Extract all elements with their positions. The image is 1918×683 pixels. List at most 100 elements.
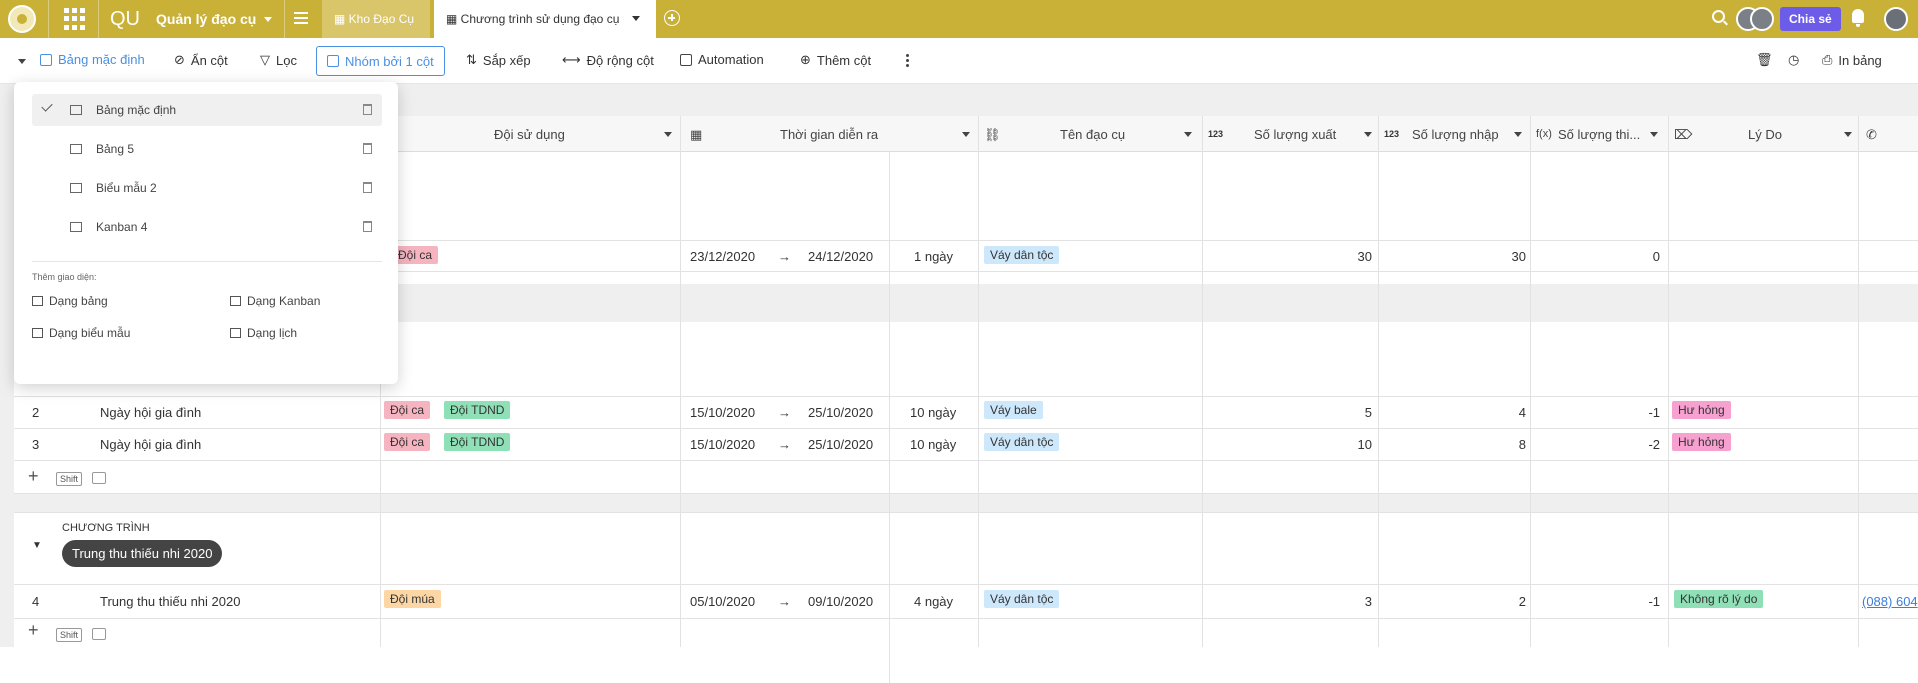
group-by-button[interactable]: Nhóm bởi 1 cột [316, 46, 445, 76]
row-name[interactable]: Ngày hội gia đình [100, 437, 201, 452]
end-date[interactable]: 25/10/2020 [808, 405, 873, 420]
chevron-down-icon[interactable] [962, 132, 970, 137]
kanban-icon [70, 222, 82, 232]
in-value[interactable]: 30 [1454, 249, 1526, 264]
chevron-down-icon[interactable] [1184, 132, 1192, 137]
start-date[interactable]: 05/10/2020 [690, 594, 755, 609]
add-column-button[interactable]: ⊕ Thêm cột [800, 52, 871, 68]
row-name[interactable]: Trung thu thiếu nhi 2020 [100, 594, 240, 609]
collaborator-avatars[interactable] [1736, 7, 1776, 31]
chevron-down-icon[interactable] [1364, 132, 1372, 137]
team-tag[interactable]: Đội ca [384, 433, 431, 451]
chevron-down-icon[interactable] [632, 16, 640, 21]
view-item-default[interactable]: Bảng mặc định [32, 94, 382, 126]
add-calendar-view[interactable]: Dạng lịch [230, 326, 297, 340]
team-tag[interactable]: Đội TDND [444, 401, 511, 419]
trash-icon[interactable] [363, 104, 372, 115]
view-selector[interactable]: Bảng mặc định [40, 52, 145, 67]
column-divider [1668, 116, 1669, 647]
reason-tag[interactable]: Hư hỏng [1672, 433, 1731, 451]
phone-icon: ✆ [1866, 127, 1877, 142]
chevron-down-icon[interactable] [264, 17, 272, 22]
column-header-prop[interactable]: Tên đạo cụ [1060, 127, 1125, 142]
out-value[interactable]: 10 [1300, 437, 1372, 452]
column-header-reason[interactable]: Lý Do [1748, 127, 1782, 142]
column-header-diff[interactable]: Số lượng thi... [1558, 127, 1640, 142]
bell-icon[interactable] [1850, 9, 1866, 27]
in-value[interactable]: 2 [1454, 594, 1526, 609]
hide-columns-button[interactable]: ⊘ Ẩn cột [174, 52, 228, 68]
team-tag[interactable]: Đội ca [384, 401, 431, 419]
share-button[interactable]: Chia sẻ [1780, 7, 1841, 31]
team-tag[interactable]: Đội ca [392, 246, 439, 264]
menu-icon[interactable] [294, 12, 308, 24]
trash-icon[interactable]: 🗑 [1756, 52, 1773, 68]
reason-tag[interactable]: Hư hỏng [1672, 401, 1731, 419]
row-name[interactable]: Ngày hội gia đình [100, 405, 201, 420]
chevron-down-icon[interactable] [1844, 132, 1852, 137]
chevron-down-icon[interactable] [1514, 132, 1522, 137]
kanban-icon [230, 296, 241, 306]
more-icon[interactable] [906, 54, 910, 68]
team-tag[interactable]: Đội múa [384, 590, 441, 608]
add-kanban-view[interactable]: Dạng Kanban [230, 294, 320, 308]
in-value[interactable]: 8 [1454, 437, 1526, 452]
start-date[interactable]: 15/10/2020 [690, 437, 755, 452]
print-button[interactable]: ⎙ In bảng [1822, 52, 1882, 68]
add-tab-icon[interactable] [664, 10, 680, 26]
out-value[interactable]: 30 [1300, 249, 1372, 264]
out-value[interactable]: 3 [1300, 594, 1372, 609]
add-form-view[interactable]: Dạng biểu mẫu [32, 326, 130, 340]
view-item-kanban-4[interactable]: Kanban 4 [32, 211, 382, 243]
diff-value: 0 [1652, 249, 1660, 264]
view-item-table-5[interactable]: Bảng 5 [32, 133, 382, 165]
start-date[interactable]: 15/10/2020 [690, 405, 755, 420]
chevron-down-icon[interactable] [1650, 132, 1658, 137]
prop-tag[interactable]: Váy dân tộc [984, 246, 1060, 264]
phone-link[interactable]: (088) 604 [1862, 594, 1918, 609]
column-divider [889, 152, 890, 683]
in-value[interactable]: 4 [1454, 405, 1526, 420]
add-table-view[interactable]: Dạng bảng [32, 294, 108, 308]
collapse-icon[interactable]: ▼ [32, 540, 42, 551]
column-header-in[interactable]: Số lượng nhập [1412, 127, 1499, 142]
start-date[interactable]: 23/12/2020 [690, 249, 755, 264]
trash-icon[interactable] [363, 182, 372, 193]
view-item-form-2[interactable]: Biểu mẫu 2 [32, 172, 382, 204]
prop-tag[interactable]: Váy dân tộc [984, 433, 1060, 451]
chevron-down-icon[interactable] [664, 132, 672, 137]
end-date[interactable]: 24/12/2020 [808, 249, 873, 264]
history-icon[interactable]: ◷ [1788, 52, 1799, 68]
column-header-time[interactable]: Thời gian diễn ra [780, 127, 878, 142]
column-header-out[interactable]: Số lượng xuất [1254, 127, 1336, 142]
tab-label: Kho Đạo Cụ [348, 12, 415, 26]
search-icon[interactable] [1712, 10, 1725, 23]
team-tag[interactable]: Đội TDND [444, 433, 511, 451]
sort-button[interactable]: ⇅ Sắp xếp [466, 52, 531, 68]
form-icon [32, 328, 43, 338]
app-logo[interactable] [8, 5, 36, 33]
trash-icon[interactable] [363, 143, 372, 154]
end-date[interactable]: 09/10/2020 [808, 594, 873, 609]
prop-tag[interactable]: Váy bale [984, 401, 1043, 419]
divider [48, 0, 49, 38]
automation-button[interactable]: Automation [680, 52, 764, 67]
out-value[interactable]: 5 [1300, 405, 1372, 420]
column-width-button[interactable]: ⟷ Độ rộng cột [562, 52, 654, 68]
add-row-icon[interactable]: + [28, 466, 39, 487]
apps-grid-icon[interactable] [64, 8, 86, 30]
group-icon [327, 55, 339, 67]
reason-tag[interactable]: Không rõ lý do [1674, 590, 1764, 608]
tab-kho-dao-cu[interactable]: ▦ Kho Đạo Cụ [322, 0, 430, 38]
chevron-down-icon[interactable] [18, 59, 26, 64]
app-name[interactable]: Quản lý đạo cụ [156, 11, 256, 27]
trash-icon[interactable] [363, 221, 372, 232]
plus-circle-icon: ⊕ [800, 52, 811, 67]
end-date[interactable]: 25/10/2020 [808, 437, 873, 452]
column-header-team[interactable]: Đội sử dụng [494, 127, 565, 142]
user-avatar[interactable] [1884, 7, 1908, 31]
filter-button[interactable]: ▽ Lọc [260, 52, 297, 68]
prop-tag[interactable]: Váy dân tộc [984, 590, 1060, 608]
tab-chuong-trinh[interactable]: ▦ Chương trình sử dụng đạo cụ [434, 0, 656, 38]
add-row-icon[interactable]: + [28, 620, 39, 641]
